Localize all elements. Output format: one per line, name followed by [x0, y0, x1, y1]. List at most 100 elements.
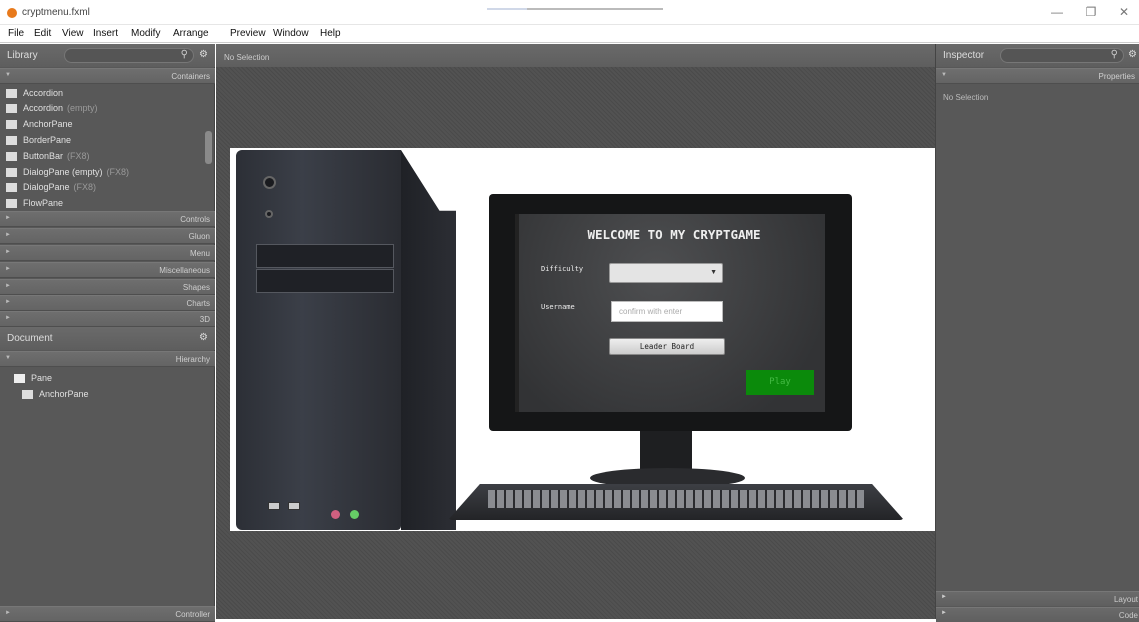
difficulty-combobox[interactable]: ▼	[609, 263, 723, 283]
section-gluon[interactable]: ► Gluon	[0, 228, 215, 244]
menu-insert[interactable]: Insert	[93, 28, 118, 39]
accordion-icon	[6, 89, 17, 98]
accordion-icon	[6, 104, 17, 113]
gear-icon[interactable]: ⚙	[1128, 49, 1137, 60]
title-bar: cryptmenu.fxml — ❐ ✕	[0, 0, 1139, 25]
username-field[interactable]: confirm with enter	[611, 301, 723, 322]
item-label: Accordion	[23, 103, 64, 113]
leaderboard-button[interactable]: Leader Board	[609, 338, 725, 355]
window-title: cryptmenu.fxml	[22, 7, 90, 18]
borderpane-icon	[6, 136, 17, 145]
buttonbar-icon	[6, 152, 17, 161]
library-item[interactable]: ButtonBar (FX8)	[6, 149, 90, 164]
collapse-arrow-icon: ▼	[941, 72, 947, 78]
expand-arrow-icon: ►	[5, 266, 11, 272]
section-layout[interactable]: ► Layout	[936, 591, 1139, 606]
library-scrollbar[interactable]	[205, 131, 212, 164]
section-controls[interactable]: ► Controls	[0, 211, 215, 227]
design-stage[interactable]: WELCOME TO MY CRYPTGAME Difficulty ▼ Use…	[230, 148, 935, 531]
library-item[interactable]: BorderPane	[6, 133, 75, 148]
expand-arrow-icon: ►	[5, 610, 11, 616]
section-label: Layout	[1113, 595, 1138, 604]
document-header: Document ⚙	[0, 327, 215, 350]
item-extra: (empty)	[67, 103, 98, 113]
inspector-header: Inspector ⚲ ⚙	[936, 44, 1139, 67]
section-shapes[interactable]: ► Shapes	[0, 279, 215, 295]
section-label: Properties	[1098, 72, 1135, 81]
reset-button-icon	[265, 210, 273, 218]
menu-arrange[interactable]: Arrange	[173, 28, 209, 39]
library-item[interactable]: AnchorPane	[6, 117, 77, 132]
expand-arrow-icon: ►	[5, 315, 11, 321]
library-item[interactable]: Accordion (empty)	[6, 101, 98, 116]
menu-preview[interactable]: Preview	[230, 28, 266, 39]
item-label: AnchorPane	[23, 119, 73, 129]
section-code[interactable]: ► Code	[936, 607, 1139, 622]
flowpane-icon	[6, 199, 17, 208]
library-item[interactable]: FlowPane	[6, 196, 67, 211]
menu-help[interactable]: Help	[320, 28, 341, 39]
library-item[interactable]: DialogPane (empty) (FX8)	[6, 165, 129, 180]
anchorpane-icon	[22, 390, 33, 399]
expand-arrow-icon: ►	[5, 249, 11, 255]
selection-breadcrumb: No Selection	[216, 44, 935, 67]
drive-bay	[256, 244, 394, 268]
gear-icon[interactable]: ⚙	[199, 332, 208, 343]
section-label: Containers	[171, 72, 210, 81]
library-item[interactable]: Accordion	[6, 86, 67, 101]
menu-window[interactable]: Window	[273, 28, 309, 39]
close-button[interactable]: ✕	[1114, 4, 1134, 20]
drive-bay	[256, 269, 394, 293]
library-title: Library	[7, 50, 38, 61]
section-label: Miscellaneous	[159, 266, 210, 275]
section-controller[interactable]: ► Controller	[0, 606, 215, 622]
inspector-panel: Inspector ⚲ ⚙ ▼ Properties No Selection ►…	[935, 44, 1139, 622]
section-3d[interactable]: ► 3D	[0, 311, 215, 327]
menu-modify[interactable]: Modify	[131, 28, 160, 39]
search-icon: ⚲	[180, 49, 188, 60]
item-label: ButtonBar	[23, 151, 64, 161]
section-hierarchy[interactable]: ▼ Hierarchy	[0, 351, 215, 367]
section-containers[interactable]: ▼ Containers	[0, 68, 215, 84]
library-item[interactable]: DialogPane (FX8)	[6, 180, 96, 195]
gear-icon[interactable]: ⚙	[199, 49, 208, 60]
minimize-button[interactable]: —	[1047, 4, 1067, 20]
item-extra: (FX8)	[73, 182, 97, 192]
welcome-title: WELCOME TO MY CRYPTGAME	[587, 227, 761, 242]
section-miscellaneous[interactable]: ► Miscellaneous	[0, 262, 215, 278]
collapse-arrow-icon: ▼	[5, 72, 11, 78]
usb-port-icon	[288, 502, 300, 510]
play-button[interactable]: Play	[746, 370, 814, 395]
menu-view[interactable]: View	[62, 28, 84, 39]
maximize-button[interactable]: ❐	[1081, 4, 1101, 20]
library-header: Library ⚲ ⚙	[0, 44, 215, 67]
inspector-search-input[interactable]: ⚲	[1000, 48, 1124, 63]
keyboard-image	[448, 484, 904, 520]
section-menu[interactable]: ► Menu	[0, 245, 215, 261]
library-search-input[interactable]: ⚲	[64, 48, 194, 63]
expand-arrow-icon: ►	[5, 232, 11, 238]
section-label: 3D	[199, 315, 210, 324]
menu-edit[interactable]: Edit	[34, 28, 51, 39]
computer-tower-image	[236, 150, 456, 530]
inspector-title: Inspector	[943, 50, 985, 61]
section-label: Controller	[175, 610, 210, 619]
item-label: DialogPane (empty)	[23, 167, 103, 177]
section-charts[interactable]: ► Charts	[0, 295, 215, 311]
menu-file[interactable]: File	[8, 28, 24, 39]
item-label: FlowPane	[23, 198, 64, 208]
anchorpane-icon	[6, 120, 17, 129]
expand-arrow-icon: ►	[941, 594, 947, 600]
item-label: Accordion	[23, 88, 64, 98]
tower-side	[401, 150, 456, 530]
menu-bar: File Edit View Insert Modify Arrange Pre…	[0, 26, 1139, 43]
section-label: Shapes	[182, 283, 210, 292]
pane-icon	[14, 374, 25, 383]
tree-item-pane[interactable]: Pane	[14, 371, 52, 386]
dialogpane-icon	[6, 168, 17, 177]
audio-jack-icon	[331, 510, 340, 519]
tree-item-anchorpane[interactable]: AnchorPane	[22, 387, 89, 402]
item-label: DialogPane	[23, 182, 70, 192]
section-label: Controls	[180, 215, 210, 224]
section-properties[interactable]: ▼ Properties	[936, 68, 1139, 84]
